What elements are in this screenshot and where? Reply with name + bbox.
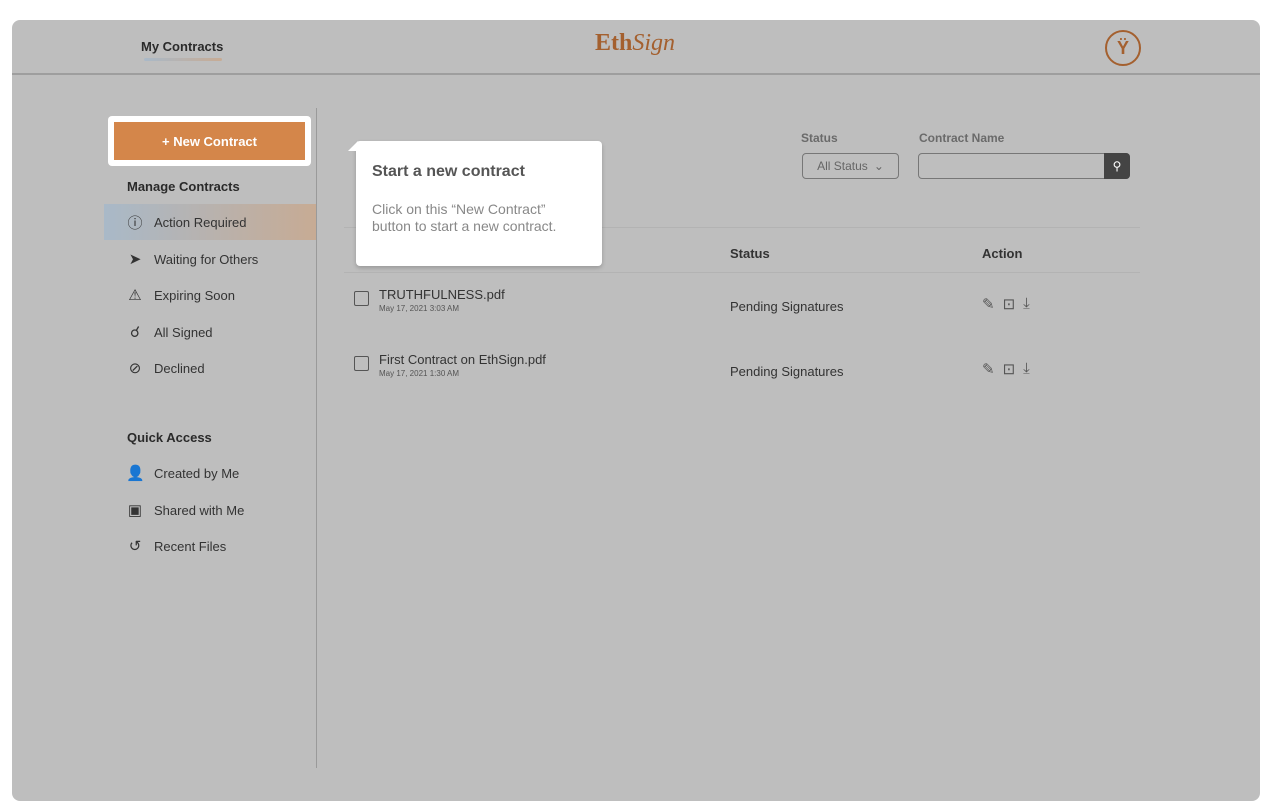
quick-access-heading: Quick Access [127,430,212,445]
app-window: My Contracts EthSign Ÿ + New Contract Ma… [12,20,1260,801]
file-name[interactable]: First Contract on EthSign.pdf [379,352,546,367]
alert-circle-icon: ⓘ [127,214,143,232]
bulb-icon: ☌ [129,324,141,341]
sidebar-item-all-signed[interactable]: ☌ All Signed [104,314,316,350]
new-contract-highlight: + New Contract [108,116,311,166]
divider [344,272,1140,273]
search-icon: ⚲ [1112,159,1122,173]
ethsign-logo[interactable]: EthSign [595,30,675,57]
table-row: First Contract on EthSign.pdf May 17, 20… [354,352,1134,392]
onboarding-tooltip: Start a new contract Click on this “New … [348,141,602,266]
contract-name-label: Contract Name [919,131,1005,145]
new-contract-button[interactable]: + New Contract [114,122,305,160]
nav-my-contracts[interactable]: My Contracts [141,39,223,54]
download-icon[interactable]: ⤓ [1023,360,1030,378]
nav-active-indicator [144,58,222,61]
ban-icon: ⊘ [128,360,142,377]
column-header-action: Action [982,246,1023,261]
archive-icon[interactable]: ⊡ [1003,295,1016,313]
tooltip-body: Click on this “New Contract” button to s… [372,201,557,234]
sign-icon[interactable]: ✎ [982,360,995,378]
sign-icon[interactable]: ✎ [982,295,995,313]
tooltip-title: Start a new contract [372,163,525,180]
sidebar-item-created-by-me[interactable]: 👤 Created by Me [104,455,316,491]
archive-icon[interactable]: ⊡ [1003,360,1016,378]
sidebar-item-expiring[interactable]: ⚠ Expiring Soon [104,277,316,313]
row-checkbox[interactable] [354,291,369,306]
status-select[interactable]: All Status ⌄ [802,153,899,179]
sidebar-item-waiting[interactable]: ➤ Waiting for Others [104,241,316,277]
send-icon: ➤ [128,251,142,268]
sidebar-item-action-required[interactable]: ⓘ Action Required [104,204,316,240]
sidebar-divider [316,108,317,768]
sidebar-item-declined[interactable]: ⊘ Declined [104,350,316,386]
status-filter-label: Status [801,131,838,145]
file-status: Pending Signatures [730,299,844,314]
search-button[interactable]: ⚲ [1104,153,1130,179]
file-date: May 17, 2021 3:03 AM [379,304,460,313]
sidebar-item-recent[interactable]: ↺ Recent Files [104,528,316,564]
file-name[interactable]: TRUTHFULNESS.pdf [379,287,505,302]
column-header-status: Status [730,246,770,261]
history-icon: ↺ [128,538,142,555]
download-icon[interactable]: ⤓ [1023,295,1030,313]
manage-contracts-heading: Manage Contracts [127,179,240,194]
sidebar-item-shared[interactable]: ▣ Shared with Me [104,492,316,528]
file-date: May 17, 2021 1:30 AM [379,369,460,378]
contract-name-input[interactable]: ⚲ [918,153,1130,179]
user-avatar-icon[interactable]: Ÿ [1105,30,1141,66]
inbox-icon: ▣ [127,502,143,519]
warning-icon: ⚠ [128,287,142,304]
chevron-down-icon: ⌄ [873,159,884,173]
header: My Contracts EthSign Ÿ [12,20,1260,75]
file-status: Pending Signatures [730,364,844,379]
row-checkbox[interactable] [354,356,369,371]
user-add-icon: 👤 [126,465,145,482]
table-row: TRUTHFULNESS.pdf May 17, 2021 3:03 AM Pe… [354,287,1134,327]
